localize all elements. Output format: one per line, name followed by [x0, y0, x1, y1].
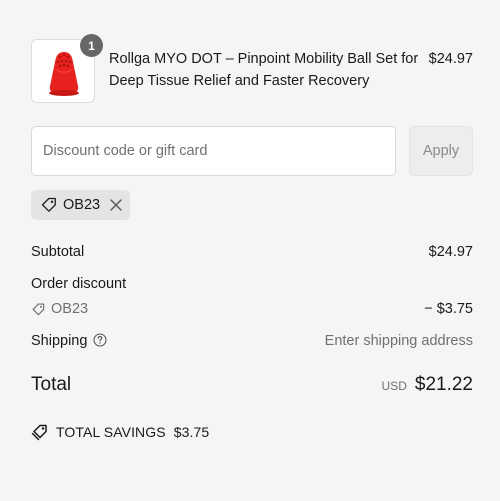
discount-form: Apply — [31, 126, 473, 176]
remove-discount-close-icon[interactable] — [109, 198, 123, 212]
order-discount-row: Order discount — [31, 276, 473, 292]
currency-code: USD — [381, 379, 407, 393]
discount-code-input[interactable] — [31, 126, 396, 176]
product-thumbnail: 1 — [31, 34, 103, 103]
help-circle-icon[interactable] — [93, 333, 107, 347]
product-title: Rollga MYO DOT – Pinpoint Mobility Ball … — [109, 51, 419, 89]
apply-discount-button[interactable]: Apply — [409, 126, 473, 176]
product-price: $24.97 — [428, 51, 473, 67]
order-discount-code: OB23 — [51, 301, 89, 317]
applied-discount-code: OB23 — [63, 197, 101, 213]
shipping-label: Shipping — [31, 333, 88, 349]
subtotal-label: Subtotal — [31, 244, 85, 260]
order-discount-label: Order discount — [31, 276, 127, 292]
applied-discount-chip: OB23 — [31, 190, 130, 220]
subtotal-row: Subtotal $24.97 — [31, 244, 473, 260]
subtotal-value: $24.97 — [428, 244, 473, 260]
total-savings-row: TOTAL SAVINGS $3.75 — [31, 423, 209, 441]
order-discount-value: − $3.75 — [424, 301, 473, 317]
shipping-row: Shipping Enter shipping address — [31, 333, 473, 349]
cart-line-item: 1 Rollga MYO DOT – Pinpoint Mobility Bal… — [31, 34, 473, 104]
total-label: Total — [31, 374, 72, 395]
order-discount-detail-row: OB23 − $3.75 — [31, 301, 473, 317]
total-savings-amount: $3.75 — [173, 424, 210, 440]
shipping-value: Enter shipping address — [324, 333, 473, 349]
tag-icon — [41, 197, 56, 212]
discount-tag-icon — [32, 303, 45, 315]
total-savings-label: TOTAL SAVINGS — [56, 424, 166, 440]
quantity-badge: 1 — [80, 34, 103, 57]
total-row: Total USD $21.22 — [31, 374, 473, 400]
savings-tag-icon — [31, 424, 47, 441]
total-amount: $21.22 — [414, 374, 473, 395]
